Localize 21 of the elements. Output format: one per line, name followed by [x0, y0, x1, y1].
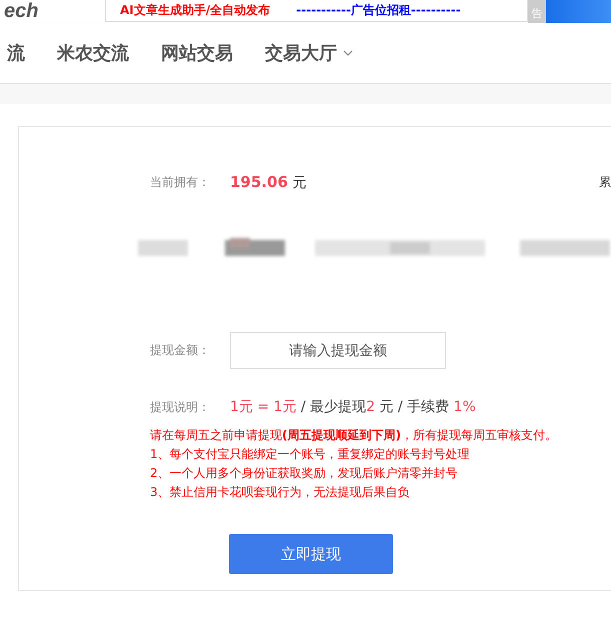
rule-note: 请在每周五之前申请提现(周五提现顺延到下周)，所有提现每周五审核支付。 [150, 427, 558, 444]
nav-item[interactable]: 米农交流 [57, 41, 129, 65]
balance-amount: 195.06 元 [230, 173, 306, 192]
ad-image[interactable] [546, 0, 611, 23]
field-label: 提现说明： [150, 398, 210, 416]
withdraw-button[interactable]: 立即提现 [229, 534, 393, 574]
ad-text[interactable]: AI文章生成助手/全自动发布 [120, 2, 270, 19]
site-logo[interactable]: ech [4, 0, 38, 22]
rule-note: 1、每个支付宝只能绑定一个账号，重复绑定的账号封号处理 [150, 446, 471, 463]
field-label: 提现金额： [150, 342, 210, 359]
rule-note: 3、禁止信用卡花呗套现行为，无法提现后果自负 [150, 484, 411, 501]
amount-input[interactable]: 请输入提现金额 [230, 332, 446, 369]
ad-text[interactable]: -----------广告位招租---------- [296, 2, 461, 19]
rule-note: 2、一个人用多个身份证获取奖励，发现后账户清零并封号 [150, 465, 459, 482]
nav-item[interactable]: 网站交易 [161, 41, 233, 65]
nav-item[interactable]: 流 [7, 41, 25, 65]
total-label: 累 [599, 174, 611, 191]
field-label: 当前拥有： [150, 174, 210, 191]
ad-banner[interactable]: AI文章生成助手/全自动发布 -----------广告位招租---------- [105, 0, 528, 22]
rate-text: 1元 = 1元 / 最少提现2 元 / 手续费 1% [230, 398, 476, 416]
nav-item[interactable]: 交易大厅 [265, 41, 353, 65]
